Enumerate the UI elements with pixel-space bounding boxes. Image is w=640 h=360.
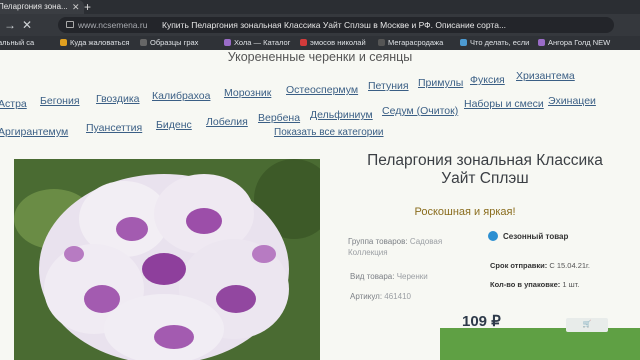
url-text: www.ncsemena.ru <box>78 20 148 30</box>
bookmark-item[interactable]: Что делать, если <box>460 36 529 50</box>
category-link[interactable]: Дельфиниум <box>310 109 373 121</box>
forward-icon[interactable]: → <box>4 17 16 33</box>
product-group-cont: Коллекция <box>348 248 388 257</box>
category-link[interactable]: Наборы и смеси <box>464 98 544 110</box>
address-bar: → ✕ www.ncsemena.ru Купить Пеларгония зо… <box>0 14 640 36</box>
category-link[interactable]: Биденс <box>156 119 192 131</box>
show-all-categories-link[interactable]: Показать все категории <box>274 127 384 138</box>
bookmark-icon <box>224 39 231 46</box>
product-image[interactable] <box>14 159 320 360</box>
category-link[interactable]: Астра <box>0 98 27 110</box>
product-type: Вид товара: Черенки <box>350 272 428 281</box>
category-link[interactable]: Морозник <box>224 87 271 99</box>
category-link[interactable]: Хризантема <box>516 70 575 82</box>
ship-date: Срок отправки: С 15.04.21г. <box>490 261 590 270</box>
bookmark-icon <box>460 39 467 46</box>
category-link[interactable]: Калибрахоа <box>152 90 210 102</box>
pelargonium-flower-image <box>14 159 320 360</box>
new-tab-icon[interactable]: + <box>84 0 91 14</box>
product-sku: Артикул: 461410 <box>350 292 411 301</box>
seasonal-badge: Сезонный товар <box>488 231 568 241</box>
category-link[interactable]: Фуксия <box>470 74 505 86</box>
category-link[interactable]: Гвоздика <box>96 93 140 105</box>
tab-strip: Пеларгония зона... ✕ + <box>0 0 640 14</box>
bookmark-icon <box>140 39 147 46</box>
grass-decoration <box>440 328 640 360</box>
bookmark-item[interactable]: Мегарасродажа <box>378 36 443 50</box>
category-link[interactable]: Бегония <box>40 95 80 107</box>
category-link[interactable]: Остеоспермум <box>286 84 358 96</box>
bookmark-item[interactable]: Образцы грах <box>140 36 198 50</box>
product-slogan: Роскошная и яркая! <box>414 206 516 218</box>
page-content: Укорененные черенки и сеянцы Астра Бегон… <box>0 50 640 360</box>
bookmark-icon <box>300 39 307 46</box>
category-link[interactable]: Лобелия <box>206 116 248 128</box>
pack-qty: Кол-во в упаковке: 1 шт. <box>490 280 580 289</box>
close-icon[interactable]: ✕ <box>22 17 32 33</box>
bookmarks-bar: альный са Куда жаловаться Образцы грах Х… <box>0 36 640 50</box>
page-title-in-omnibox: Купить Пеларгония зональная Классика Уай… <box>162 20 507 30</box>
bookmark-item[interactable]: эмосов николай <box>300 36 366 50</box>
bookmark-item[interactable]: Ангора Голд NEW <box>538 36 610 50</box>
omnibox[interactable]: www.ncsemena.ru Купить Пеларгония зональ… <box>58 17 614 33</box>
category-link[interactable]: Петуния <box>368 80 409 92</box>
section-title: Укорененные черенки и сеянцы <box>227 50 413 64</box>
bookmark-icon <box>378 39 385 46</box>
category-link[interactable]: Примулы <box>418 77 463 89</box>
category-link[interactable]: Седум (Очиток) <box>382 105 458 117</box>
info-icon <box>488 231 498 241</box>
product-group: Группа товаров: Садовая <box>348 237 443 246</box>
close-tab-icon[interactable]: ✕ <box>72 0 80 14</box>
tab-title: Пеларгония зона... <box>0 2 68 11</box>
bookmark-item[interactable]: Куда жаловаться <box>60 36 129 50</box>
cart-icon: 🛒 <box>582 321 592 328</box>
product-price: 109 ₽ <box>462 313 501 330</box>
bookmark-icon <box>60 39 67 46</box>
bookmark-icon <box>538 39 545 46</box>
bookmark-item[interactable]: Хола — Каталог <box>224 36 290 50</box>
category-link[interactable]: Вербена <box>258 112 300 124</box>
category-link[interactable]: Эхинацеи <box>548 95 596 107</box>
bookmark-item[interactable]: альный са <box>0 36 34 50</box>
lock-icon <box>66 21 74 28</box>
product-title: Пеларгония зональная Классика Уайт Сплэш <box>367 152 603 187</box>
cart-button[interactable]: 🛒 <box>566 318 608 332</box>
category-link[interactable]: Аргирантемум <box>0 126 68 138</box>
category-link[interactable]: Пуансеттия <box>86 122 142 134</box>
